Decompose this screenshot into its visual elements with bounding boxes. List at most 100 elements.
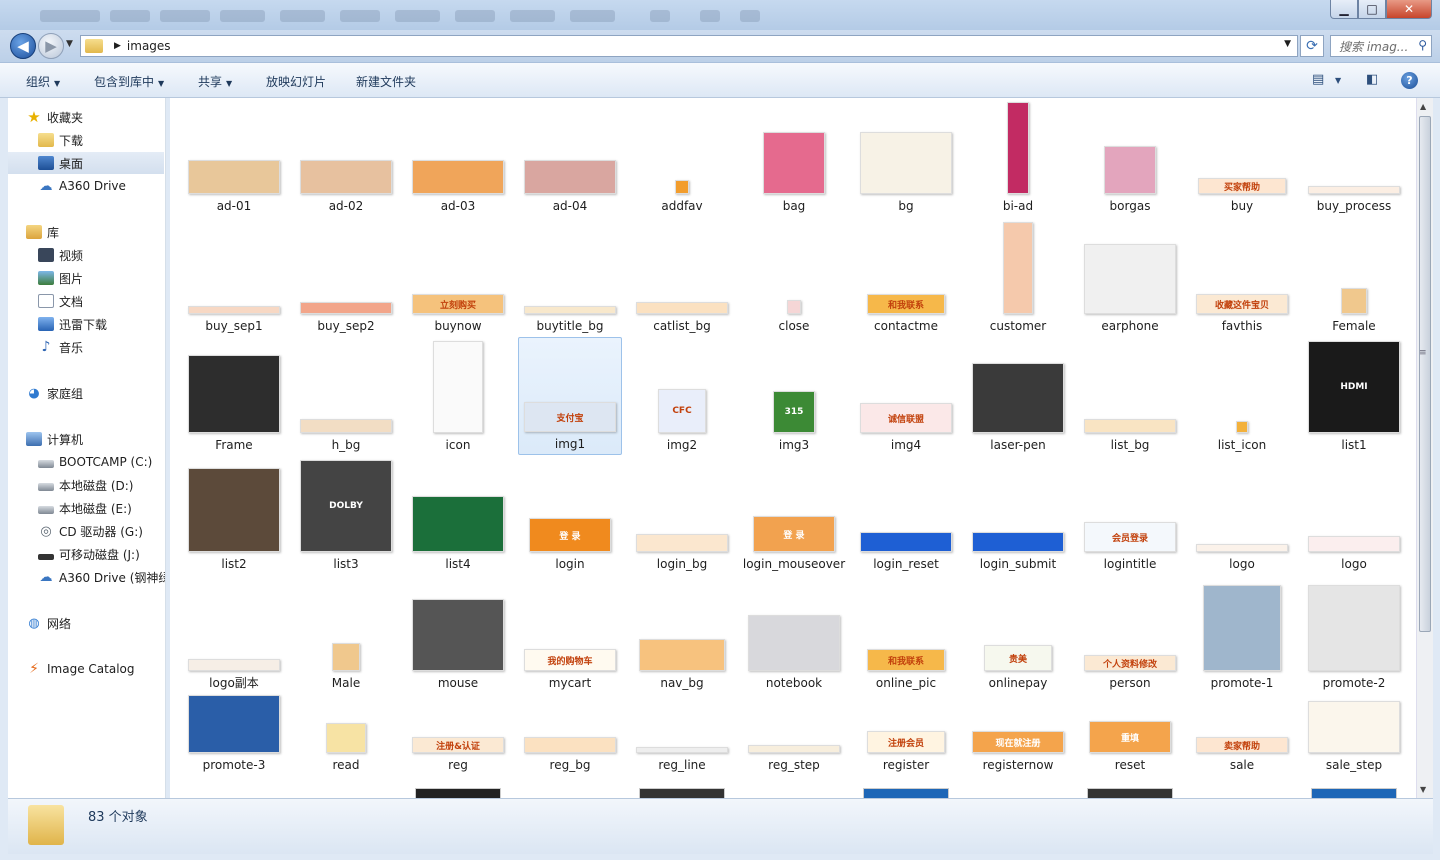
file-item[interactable]: DOLBY list3 bbox=[294, 456, 398, 574]
file-item[interactable]: sale_step bbox=[1302, 675, 1406, 775]
search-input[interactable]: 搜索 imag... ⚲ bbox=[1330, 35, 1432, 57]
help-icon[interactable]: ? bbox=[1401, 72, 1418, 89]
sidebar-item-a360-drive[interactable]: ☁ A360 Drive (钢神绿 bbox=[38, 566, 166, 588]
sidebar-item-drive-d[interactable]: 本地磁盘 (D:) bbox=[38, 474, 133, 496]
file-item[interactable]: HDMI list1 bbox=[1302, 337, 1406, 455]
sidebar-item-image-catalog[interactable]: ⚡ Image Catalog bbox=[26, 658, 134, 680]
sidebar-item-drive-j[interactable]: 可移动磁盘 (J:) bbox=[38, 543, 140, 565]
forward-button[interactable]: ▶ bbox=[38, 33, 64, 59]
file-item[interactable]: 登 录 login bbox=[518, 456, 622, 574]
file-item[interactable]: login_reset bbox=[854, 456, 958, 574]
file-item[interactable]: logo bbox=[1190, 456, 1294, 574]
organize-button[interactable]: 组织 ▼ bbox=[26, 73, 60, 90]
file-item[interactable]: 重填 reset bbox=[1078, 675, 1182, 775]
scroll-thumb[interactable] bbox=[1419, 116, 1431, 632]
breadcrumb-images[interactable]: images bbox=[127, 39, 171, 53]
refresh-icon[interactable]: ⟳ bbox=[1300, 35, 1324, 57]
close-button[interactable]: ✕ bbox=[1386, 0, 1432, 19]
sidebar-item-computer[interactable]: 计算机 bbox=[26, 428, 83, 450]
file-item[interactable]: 和我联系 contactme bbox=[854, 218, 958, 336]
breadcrumb-chevron-icon[interactable]: ▶ bbox=[114, 41, 121, 51]
sidebar-item-video[interactable]: 视频 bbox=[38, 244, 83, 266]
sidebar-item-music[interactable]: ♪ 音乐 bbox=[38, 336, 83, 358]
file-item[interactable]: list2 bbox=[182, 456, 286, 574]
file-item[interactable]: logo bbox=[1302, 456, 1406, 574]
file-item[interactable]: 支付宝 img1 bbox=[518, 337, 622, 455]
file-item[interactable]: reg_bg bbox=[518, 675, 622, 775]
file-item[interactable]: ad-04 bbox=[518, 98, 622, 216]
file-item[interactable]: 卖家帮助 sale bbox=[1190, 675, 1294, 775]
file-item[interactable]: ad-02 bbox=[294, 98, 398, 216]
file-item[interactable]: 买家帮助 buy bbox=[1190, 98, 1294, 216]
sidebar-item-pictures[interactable]: 图片 bbox=[38, 267, 83, 289]
file-item[interactable]: 现在就注册 registernow bbox=[966, 675, 1070, 775]
file-item[interactable]: bag bbox=[742, 98, 846, 216]
file-item[interactable]: promote-3 bbox=[182, 675, 286, 775]
file-item[interactable]: Female bbox=[1302, 218, 1406, 336]
file-item[interactable]: 会员登录 logintitle bbox=[1078, 456, 1182, 574]
file-item[interactable]: CFC img2 bbox=[630, 337, 734, 455]
file-item[interactable]: borgas bbox=[1078, 98, 1182, 216]
sidebar-item-documents[interactable]: 文档 bbox=[38, 290, 83, 312]
file-item[interactable]: laser-pen bbox=[966, 337, 1070, 455]
file-item[interactable]: 诚信联盟 img4 bbox=[854, 337, 958, 455]
sidebar-item-desktop[interactable]: 桌面 bbox=[8, 152, 164, 174]
minimize-button[interactable]: ▁ bbox=[1330, 0, 1358, 19]
sidebar-item-favorites[interactable]: ★ 收藏夹 bbox=[26, 106, 83, 128]
file-item[interactable]: h_bg bbox=[294, 337, 398, 455]
file-item[interactable]: bi-ad bbox=[966, 98, 1070, 216]
sidebar-item-a360[interactable]: ☁ A360 Drive bbox=[38, 175, 126, 197]
scroll-up-icon[interactable]: ▲ bbox=[1420, 102, 1426, 111]
sidebar-item-drive-c[interactable]: BOOTCAMP (C:) bbox=[38, 451, 152, 473]
file-item[interactable]: close bbox=[742, 218, 846, 336]
sidebar-item-libraries[interactable]: 库 bbox=[26, 221, 59, 243]
file-item[interactable]: 登 录 login_mouseover bbox=[742, 456, 846, 574]
sidebar-item-downloads[interactable]: 下载 bbox=[38, 129, 83, 151]
sidebar-item-drive-e[interactable]: 本地磁盘 (E:) bbox=[38, 497, 132, 519]
file-item[interactable]: Frame bbox=[182, 337, 286, 455]
file-item[interactable]: ad-01 bbox=[182, 98, 286, 216]
new-folder-button[interactable]: 新建文件夹 bbox=[356, 73, 416, 90]
preview-pane-icon[interactable]: ◧ bbox=[1366, 72, 1378, 87]
file-item[interactable]: bg bbox=[854, 98, 958, 216]
address-bar[interactable]: ▶ images ▼ bbox=[80, 35, 1298, 57]
slideshow-button[interactable]: 放映幻灯片 bbox=[266, 73, 326, 90]
scroll-down-icon[interactable]: ▼ bbox=[1420, 785, 1426, 794]
file-item[interactable]: 注册&认证 reg bbox=[406, 675, 510, 775]
file-item[interactable]: addfav bbox=[630, 98, 734, 216]
file-item[interactable]: 315 img3 bbox=[742, 337, 846, 455]
file-item[interactable]: ad-03 bbox=[406, 98, 510, 216]
file-item[interactable]: icon bbox=[406, 337, 510, 455]
search-icon[interactable]: ⚲ bbox=[1418, 38, 1427, 52]
sidebar-item-drive-g[interactable]: ◎ CD 驱动器 (G:) bbox=[38, 520, 143, 542]
vertical-scrollbar[interactable]: ▲ ≡ ▼ bbox=[1416, 98, 1433, 798]
include-in-library-button[interactable]: 包含到库中 ▼ bbox=[94, 73, 164, 90]
file-item[interactable]: buy_sep2 bbox=[294, 218, 398, 336]
file-item[interactable]: list4 bbox=[406, 456, 510, 574]
file-item[interactable]: customer bbox=[966, 218, 1070, 336]
file-item[interactable]: buytitle_bg bbox=[518, 218, 622, 336]
address-dropdown-icon[interactable]: ▼ bbox=[1284, 39, 1291, 49]
file-item[interactable]: login_bg bbox=[630, 456, 734, 574]
share-button[interactable]: 共享 ▼ bbox=[198, 73, 232, 90]
file-item[interactable]: catlist_bg bbox=[630, 218, 734, 336]
file-item[interactable]: 注册会员 register bbox=[854, 675, 958, 775]
view-dropdown-icon[interactable]: ▼ bbox=[1335, 76, 1341, 85]
file-item[interactable]: 立刻购买 buynow bbox=[406, 218, 510, 336]
view-options-icon[interactable]: ▤ bbox=[1312, 72, 1324, 87]
sidebar-item-homegroup[interactable]: ◕ 家庭组 bbox=[26, 382, 83, 404]
file-item[interactable]: list_icon bbox=[1190, 337, 1294, 455]
file-item[interactable]: buy_process bbox=[1302, 98, 1406, 216]
file-item[interactable]: reg_step bbox=[742, 675, 846, 775]
file-item[interactable]: 收藏这件宝贝 favthis bbox=[1190, 218, 1294, 336]
maximize-button[interactable]: □ bbox=[1358, 0, 1386, 19]
sidebar-item-xunlei[interactable]: 迅雷下载 bbox=[38, 313, 107, 335]
file-item[interactable]: reg_line bbox=[630, 675, 734, 775]
file-item[interactable]: login_submit bbox=[966, 456, 1070, 574]
file-item[interactable]: list_bg bbox=[1078, 337, 1182, 455]
file-item[interactable]: read bbox=[294, 675, 398, 775]
sidebar-item-network[interactable]: ◍ 网络 bbox=[26, 612, 71, 634]
history-dropdown-icon[interactable]: ▼ bbox=[66, 39, 73, 49]
back-button[interactable]: ◀ bbox=[10, 33, 36, 59]
file-item[interactable]: buy_sep1 bbox=[182, 218, 286, 336]
